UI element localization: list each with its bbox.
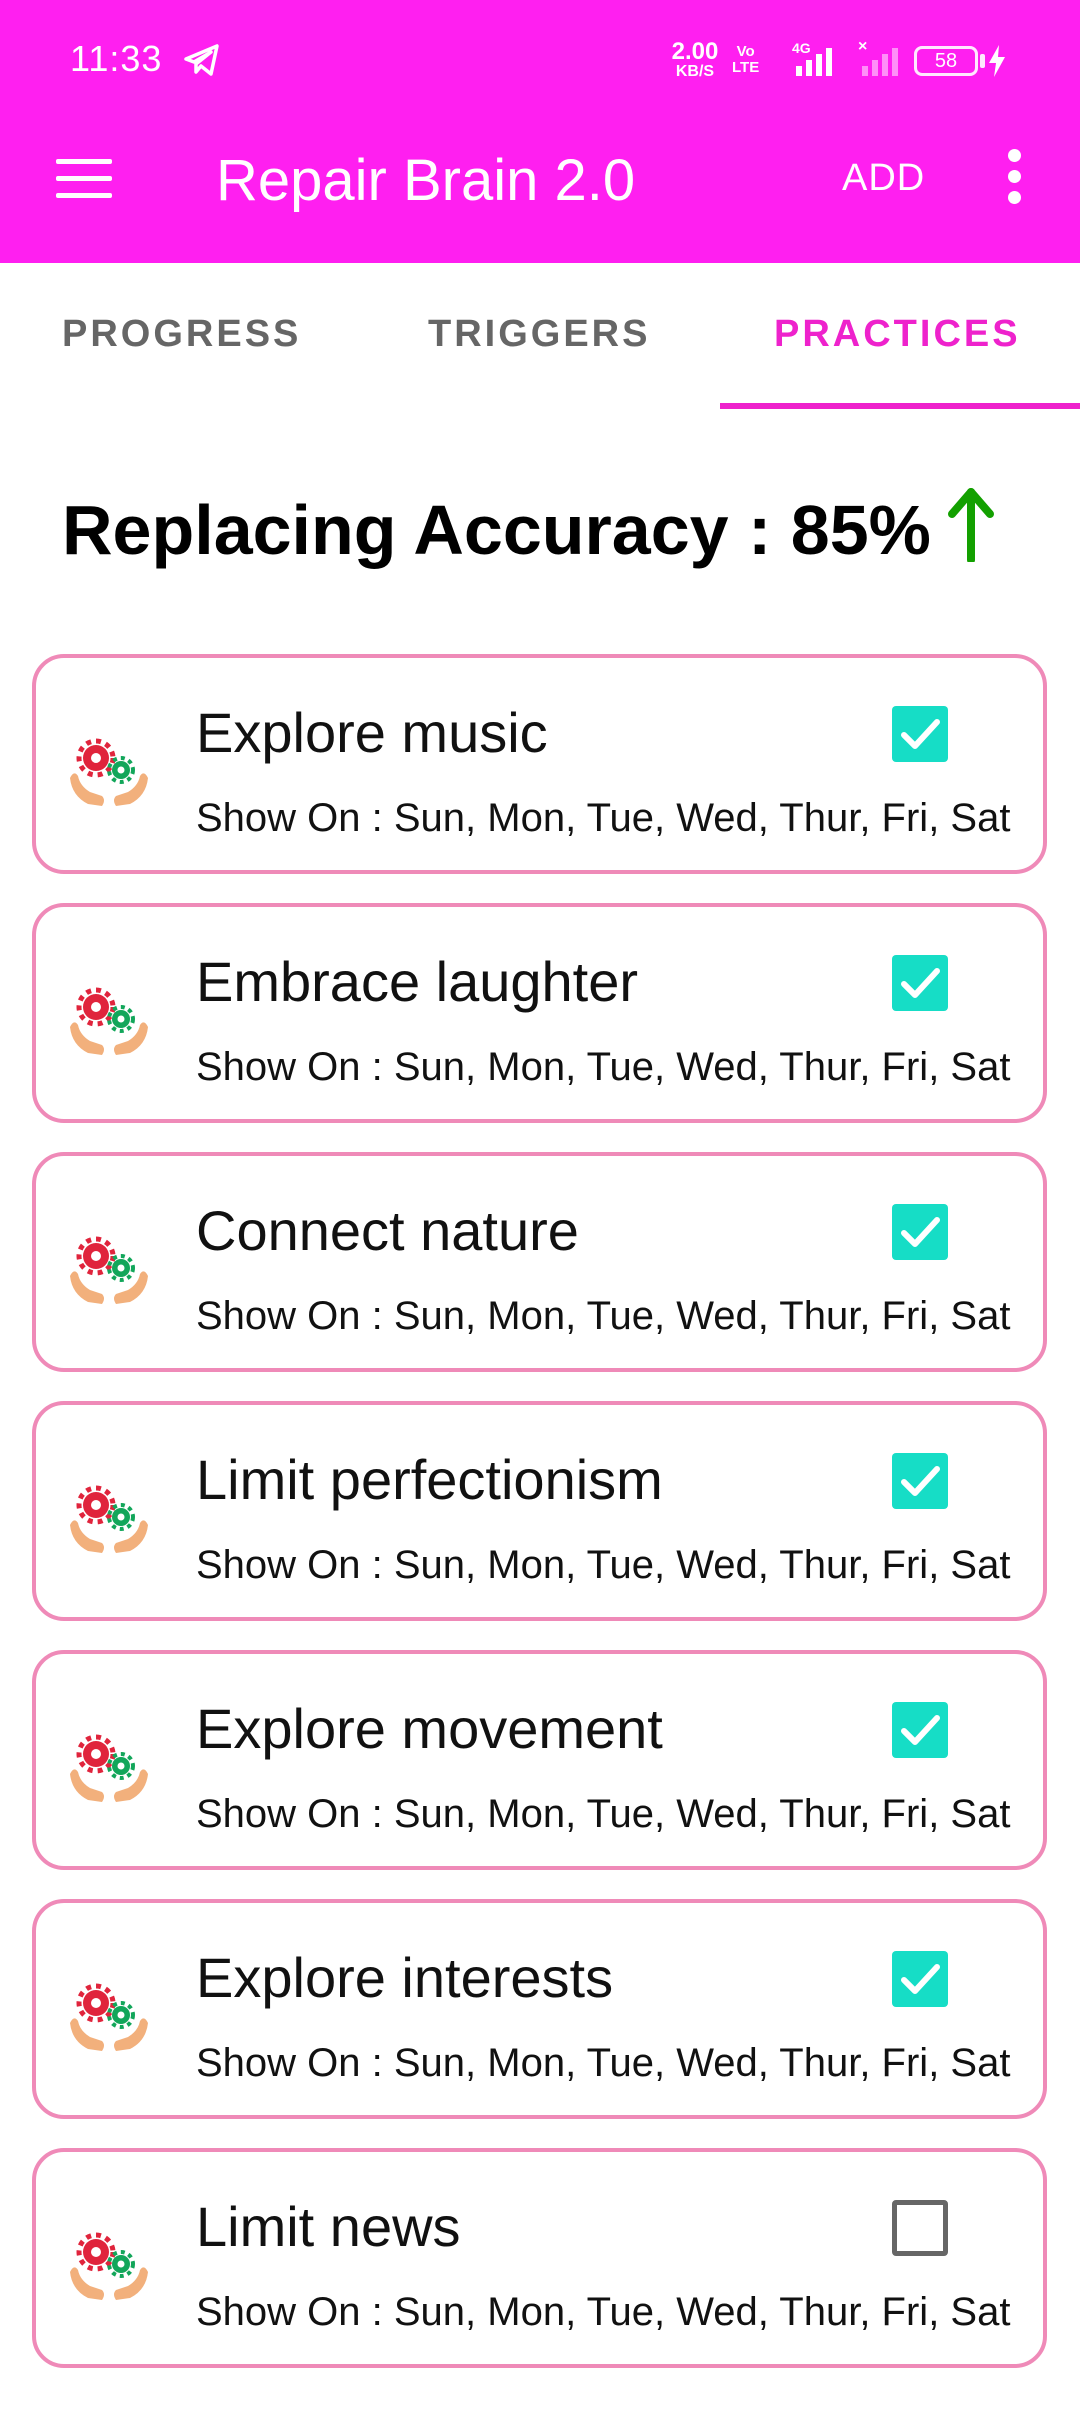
app-title: Repair Brain 2.0 [216, 148, 636, 213]
practice-title: Embrace laughter [196, 950, 639, 1013]
practice-title: Explore interests [196, 1946, 614, 2009]
practice-card[interactable]: Explore movement Show On : Sun, Mon, Tue… [32, 1650, 1047, 1870]
tab-progress[interactable]: PROGRESS [62, 313, 301, 356]
practice-checkbox[interactable] [892, 2200, 948, 2256]
practice-title: Explore music [196, 701, 548, 764]
practice-show-on: Show On : Sun, Mon, Tue, Wed, Thur, Fri,… [196, 1543, 1011, 1587]
more-options-icon[interactable] [1000, 149, 1028, 209]
practice-gears-hands-icon [66, 1473, 152, 1559]
practice-gears-hands-icon [66, 726, 152, 812]
practice-gears-hands-icon [66, 2220, 152, 2306]
volte-top: Vo [736, 43, 755, 60]
practice-gears-hands-icon [66, 1722, 152, 1808]
practice-show-on: Show On : Sun, Mon, Tue, Wed, Thur, Fri,… [196, 2041, 1011, 2085]
practice-show-on: Show On : Sun, Mon, Tue, Wed, Thur, Fri,… [196, 1294, 1011, 1338]
volte-indicator: Vo LTE [732, 44, 759, 76]
practice-card[interactable]: Embrace laughter Show On : Sun, Mon, Tue… [32, 903, 1047, 1123]
network-speed-value: 2.00 [671, 38, 719, 65]
practice-card[interactable]: Limit news Show On : Sun, Mon, Tue, Wed,… [32, 2148, 1047, 2368]
practice-checkbox[interactable] [892, 1702, 948, 1758]
tab-triggers[interactable]: TRIGGERS [428, 313, 650, 356]
practice-gears-hands-icon [66, 975, 152, 1061]
practice-show-on: Show On : Sun, Mon, Tue, Wed, Thur, Fri,… [196, 2290, 1011, 2334]
volte-bottom: LTE [732, 58, 760, 76]
practice-show-on: Show On : Sun, Mon, Tue, Wed, Thur, Fri,… [196, 1045, 1011, 1089]
practice-title: Connect nature [196, 1199, 579, 1262]
practice-gears-hands-icon [66, 1224, 152, 1310]
practice-show-on: Show On : Sun, Mon, Tue, Wed, Thur, Fri,… [196, 796, 1011, 840]
status-bar: 11:33 2.00 KB/S Vo LTE 4G × 58 [0, 0, 1080, 95]
add-button[interactable]: ADD [842, 157, 925, 200]
status-time: 11:33 [70, 38, 163, 79]
practice-title: Limit news [196, 2195, 461, 2258]
tab-bar: PROGRESS TRIGGERS PRACTICES [0, 263, 1080, 411]
replacing-accuracy: Replacing Accuracy : 85% [62, 491, 931, 569]
telegram-icon [184, 44, 219, 76]
practice-show-on: Show On : Sun, Mon, Tue, Wed, Thur, Fri,… [196, 1792, 1011, 1836]
practice-gears-hands-icon [66, 1971, 152, 2057]
practice-checkbox[interactable] [892, 1453, 948, 1509]
practice-title: Explore movement [196, 1697, 663, 1760]
practice-card[interactable]: Explore interests Show On : Sun, Mon, Tu… [32, 1899, 1047, 2119]
battery-icon: 58 [914, 46, 978, 76]
practice-title: Limit perfectionism [196, 1448, 663, 1511]
network-speed: 2.00 KB/S [668, 40, 722, 80]
app-bar: Repair Brain 2.0 ADD [0, 95, 1080, 263]
trend-up-arrow-icon [948, 488, 994, 562]
tab-selected-indicator [720, 403, 1080, 409]
practice-checkbox[interactable] [892, 955, 948, 1011]
practice-card[interactable]: Explore music Show On : Sun, Mon, Tue, W… [32, 654, 1047, 874]
signal-empty-icon [862, 48, 898, 76]
practice-card[interactable]: Connect nature Show On : Sun, Mon, Tue, … [32, 1152, 1047, 1372]
signal-strength-icon [796, 48, 832, 76]
tab-practices[interactable]: PRACTICES [774, 313, 1021, 356]
network-speed-unit: KB/S [675, 63, 715, 80]
menu-icon[interactable] [56, 159, 112, 199]
battery-level: 58 [934, 50, 958, 72]
charging-icon [989, 45, 1005, 77]
battery-cap [980, 54, 985, 68]
practice-card[interactable]: Limit perfectionism Show On : Sun, Mon, … [32, 1401, 1047, 1621]
practice-checkbox[interactable] [892, 1204, 948, 1260]
practice-checkbox[interactable] [892, 1951, 948, 2007]
practice-checkbox[interactable] [892, 706, 948, 762]
